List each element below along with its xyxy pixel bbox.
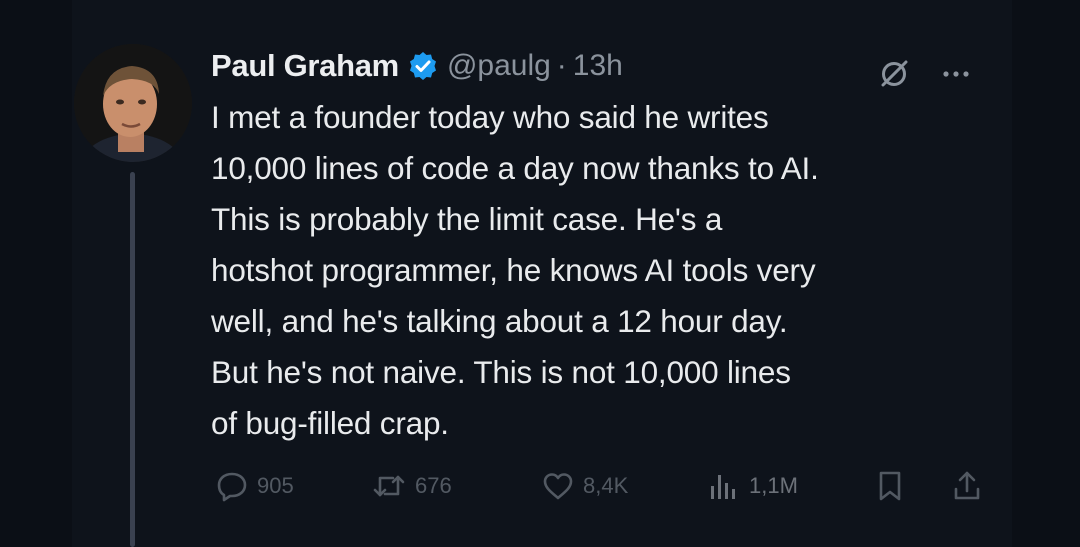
timestamp[interactable]: 13h [573,49,623,83]
tweet-actions-bar: 905 676 8,4K 1,1M [215,466,990,506]
like-count: 8,4K [583,473,629,498]
share-icon [954,471,980,500]
reply-icon [217,472,247,502]
like-button[interactable]: 8,4K [541,466,628,506]
grok-icon[interactable] [876,56,912,97]
repost-count: 676 [415,473,452,498]
repost-icon [373,475,405,497]
bookmark-icon [879,471,901,501]
heart-icon [543,473,573,500]
tweet-text: I met a founder today who said he writes… [211,99,819,441]
separator-dot: · [556,49,567,82]
thread-line [130,172,135,547]
avatar-photo [74,44,192,162]
reply-count: 905 [257,473,294,498]
avatar[interactable] [74,44,192,162]
repost-button[interactable]: 676 [371,466,452,506]
bookmark-button[interactable] [875,466,913,506]
tweet-top-actions [876,56,974,97]
verified-badge-icon [407,50,439,82]
tweet-header: Paul Graham @paulg · 13h [211,44,623,88]
view-count: 1,1M [749,473,798,498]
more-icon[interactable] [938,56,974,97]
share-button[interactable] [951,466,991,506]
author-handle[interactable]: @paulg [447,49,551,83]
views-icon [711,475,735,499]
author-name[interactable]: Paul Graham [211,48,399,84]
views-button[interactable]: 1,1M [707,466,798,506]
reply-button[interactable]: 905 [215,466,294,506]
